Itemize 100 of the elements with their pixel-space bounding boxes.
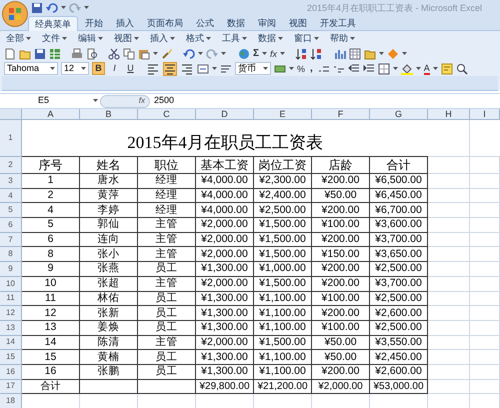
row-header[interactable]: 8 [0, 247, 22, 262]
format-button[interactable]: B [92, 62, 105, 75]
ribbon-tab[interactable]: 审阅 [252, 16, 282, 31]
table-cell[interactable]: ¥4,000.00 [196, 174, 254, 189]
caret-icon[interactable] [280, 52, 286, 56]
table-cell[interactable]: ¥2,500.00 [370, 292, 428, 306]
table-cell[interactable]: ¥200.00 [312, 174, 370, 189]
table-cell[interactable]: ¥2,500.00 [370, 320, 428, 336]
row-header[interactable]: 9 [0, 262, 22, 277]
ribbon-tab[interactable]: 经典菜单 [28, 16, 78, 31]
table-cell[interactable]: 15 [22, 350, 80, 365]
printer-icon[interactable] [71, 48, 83, 60]
column-header[interactable]: D [196, 109, 254, 120]
table-cell[interactable]: ¥2,000.00 [196, 276, 254, 292]
name-box[interactable]: E5 [0, 94, 100, 108]
table-cell[interactable]: 11 [22, 292, 80, 306]
row-header[interactable]: 3 [0, 174, 22, 189]
ribbon-tab[interactable]: 开始 [79, 16, 109, 31]
table-cell[interactable]: ¥1,000.00 [254, 262, 312, 277]
caret-icon[interactable] [221, 52, 226, 56]
table-cell[interactable]: 员工 [138, 350, 196, 365]
menu-item[interactable]: 工具 [222, 32, 247, 46]
formula-input[interactable]: 2500 [150, 94, 500, 108]
table-cell[interactable]: ¥2,000.00 [196, 247, 254, 262]
table-cell[interactable]: ¥6,700.00 [370, 203, 428, 218]
menu-item[interactable]: 帮助 [330, 32, 355, 46]
table-cell[interactable]: ¥3,700.00 [370, 276, 428, 292]
table-cell[interactable]: ¥1,500.00 [254, 218, 312, 233]
save-icon[interactable] [31, 2, 43, 14]
column-header[interactable]: G [370, 109, 428, 120]
table-cell[interactable]: ¥2,000.00 [196, 336, 254, 350]
table-cell[interactable]: ¥1,300.00 [196, 364, 254, 380]
ribbon-tab[interactable]: 开发工具 [314, 16, 362, 31]
center-align-button[interactable] [163, 62, 177, 76]
row-header[interactable]: 4 [0, 188, 22, 204]
paint-bucket-icon[interactable] [400, 62, 413, 74]
table-cell[interactable]: 9 [22, 262, 80, 277]
caret-icon[interactable] [379, 52, 384, 56]
table-cell[interactable]: 员工 [138, 292, 196, 306]
table-cell[interactable]: ¥200.00 [312, 306, 370, 321]
left-align-button[interactable] [146, 62, 160, 76]
caret-icon[interactable] [81, 66, 86, 70]
table-cell[interactable]: 黄萍 [80, 188, 138, 204]
table-cell[interactable]: 员工 [138, 262, 196, 277]
table-cell[interactable]: 林佑 [80, 292, 138, 306]
table-cell[interactable]: ¥2,600.00 [370, 364, 428, 380]
table-cell[interactable]: ¥1,300.00 [196, 292, 254, 306]
table-cell[interactable]: 10 [22, 276, 80, 292]
font-size-dropdown[interactable]: 12 [61, 62, 89, 75]
caret-icon[interactable] [206, 36, 211, 40]
column-heading[interactable]: 店龄 [312, 157, 370, 174]
table-cell[interactable]: ¥4,000.00 [196, 203, 254, 218]
table-cell[interactable]: 1 [22, 174, 80, 189]
scissors-icon[interactable] [108, 48, 120, 60]
ribbon-tab[interactable]: 公式 [190, 16, 220, 31]
caret-icon[interactable] [212, 66, 217, 70]
table-cell[interactable]: 唐水 [80, 174, 138, 189]
caret-icon[interactable] [61, 6, 66, 10]
table-cell[interactable]: ¥2,600.00 [370, 306, 428, 321]
table-cell[interactable]: 6 [22, 232, 80, 248]
table-cell[interactable]: 张鹏 [80, 364, 138, 380]
caret-icon[interactable] [278, 36, 283, 40]
ribbon-tab[interactable]: 数据 [221, 16, 251, 31]
format-button[interactable]: U [124, 62, 137, 75]
table-cell[interactable]: ¥2,000.00 [196, 218, 254, 233]
caret-icon[interactable] [153, 52, 158, 56]
magnifier-page-icon[interactable] [86, 48, 98, 60]
comma-button[interactable]: , [308, 62, 315, 74]
table-cell[interactable]: ¥100.00 [312, 218, 370, 233]
sort-ascending-icon[interactable] [295, 48, 308, 60]
table-cell[interactable]: ¥6,500.00 [370, 174, 428, 189]
spreadsheet-icon[interactable] [49, 48, 61, 60]
table-cell[interactable]: 5 [22, 218, 80, 233]
table-cell[interactable]: ¥1,300.00 [196, 262, 254, 277]
column-header[interactable]: A [22, 109, 80, 120]
column-header[interactable]: H [428, 109, 470, 120]
empty-cell[interactable] [138, 380, 196, 394]
table-cell[interactable]: 2 [22, 188, 80, 204]
sticky-note-icon[interactable] [440, 62, 453, 74]
table-cell[interactable]: ¥2,500.00 [370, 262, 428, 277]
column-header[interactable]: C [138, 109, 196, 120]
office-button[interactable] [2, 1, 28, 27]
column-heading[interactable]: 合计 [370, 157, 428, 174]
row-header[interactable]: 1 [0, 120, 22, 157]
table-cell[interactable]: 陈清 [80, 336, 138, 350]
table-cell[interactable]: ¥3,700.00 [370, 232, 428, 248]
table-cell[interactable]: 张燕 [80, 262, 138, 277]
caret-icon[interactable] [84, 6, 89, 10]
menu-item[interactable]: 数据 [258, 32, 283, 46]
caret-icon[interactable] [62, 36, 67, 40]
caret-icon[interactable] [50, 66, 55, 70]
table-cell[interactable]: ¥6,450.00 [370, 188, 428, 204]
table-cell[interactable]: ¥200.00 [312, 203, 370, 218]
percent-button[interactable]: % [297, 62, 306, 74]
table-cell[interactable]: ¥150.00 [312, 247, 370, 262]
table-cell[interactable]: 主管 [138, 336, 196, 350]
table-cell[interactable]: ¥3,550.00 [370, 336, 428, 350]
caret-icon[interactable] [289, 66, 294, 70]
table-cell[interactable]: ¥1,500.00 [254, 247, 312, 262]
row-header[interactable]: 5 [0, 203, 22, 218]
